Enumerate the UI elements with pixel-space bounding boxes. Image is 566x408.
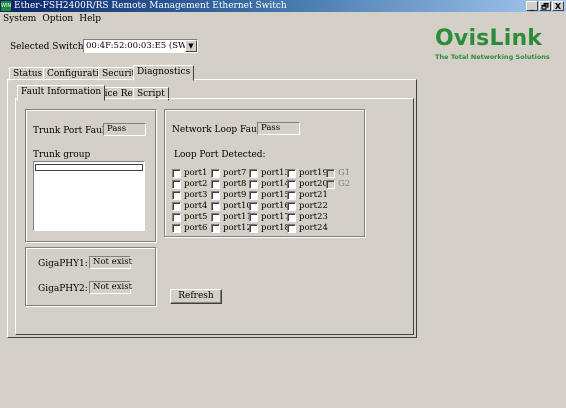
- chevron-down-icon[interactable]: ▼: [185, 40, 197, 52]
- network-loop-fault-label: Network Loop Fault: [172, 125, 264, 135]
- checkbox-port5[interactable]: [172, 213, 181, 222]
- switch-mac-value: 00:4F:52:00:03:E5 (SWITCH: [86, 41, 198, 51]
- restore-button[interactable]: 🗗: [539, 1, 551, 11]
- trunk-group-list[interactable]: [33, 161, 145, 231]
- checkbox-port22[interactable]: [287, 202, 296, 211]
- trunk-port-fault-value: Pass: [103, 123, 146, 136]
- checkbox-label-g2: G2: [338, 179, 351, 189]
- checkbox-label-port23: port23: [299, 212, 328, 222]
- checkbox-port10[interactable]: [211, 202, 220, 211]
- checkbox-port21[interactable]: [287, 191, 296, 200]
- checkbox-label-port4: port4: [184, 201, 208, 211]
- checkbox-label-port10: port10: [223, 201, 252, 211]
- checkbox-label-port13: port13: [261, 168, 290, 178]
- checkbox-port14[interactable]: [249, 180, 258, 189]
- logo-tagline: The Total Networking Solutions: [435, 53, 550, 61]
- checkbox-port23[interactable]: [287, 213, 296, 222]
- checkbox-label-port18: port18: [261, 223, 290, 233]
- tab-diagnostics[interactable]: Diagnostics: [133, 65, 195, 81]
- checkbox-g2: [326, 180, 335, 189]
- checkbox-label-port17: port17: [261, 212, 290, 222]
- checkbox-port2[interactable]: [172, 180, 181, 189]
- checkbox-label-port6: port6: [184, 223, 208, 233]
- checkbox-port8[interactable]: [211, 180, 220, 189]
- menu-option[interactable]: Option: [42, 13, 73, 25]
- loop-port-detected-label: Loop Port Detected:: [174, 150, 266, 160]
- gigaphy2-value: Not exist: [89, 281, 132, 294]
- checkbox-label-port20: port20: [299, 179, 328, 189]
- checkbox-label-g1: G1: [338, 168, 351, 178]
- checkbox-port17[interactable]: [249, 213, 258, 222]
- checkbox-port1[interactable]: [172, 169, 181, 178]
- checkbox-port7[interactable]: [211, 169, 220, 178]
- close-button[interactable]: X: [552, 1, 564, 11]
- checkbox-port11[interactable]: [211, 213, 220, 222]
- gigaphy1-label: GigaPHY1:: [38, 259, 88, 269]
- checkbox-port13[interactable]: [249, 169, 258, 178]
- checkbox-label-port12: port12: [223, 223, 252, 233]
- minimize-button[interactable]: _: [526, 1, 538, 11]
- checkbox-port16[interactable]: [249, 202, 258, 211]
- checkbox-label-port9: port9: [223, 190, 247, 200]
- trunk-group-label: Trunk group: [33, 150, 91, 160]
- checkbox-label-port21: port21: [299, 190, 328, 200]
- checkbox-port19[interactable]: [287, 169, 296, 178]
- checkbox-label-port11: port11: [223, 212, 252, 222]
- trunk-port-fault-label: Trunk Port Fault: [33, 126, 109, 136]
- ovislink-logo: OvisLink The Total Networking Solutions: [435, 26, 550, 61]
- checkbox-label-port1: port1: [184, 168, 208, 178]
- checkbox-port12[interactable]: [211, 224, 220, 233]
- checkbox-port18[interactable]: [249, 224, 258, 233]
- checkbox-port3[interactable]: [172, 191, 181, 200]
- checkbox-port24[interactable]: [287, 224, 296, 233]
- checkbox-port9[interactable]: [211, 191, 220, 200]
- checkbox-label-port3: port3: [184, 190, 208, 200]
- checkbox-port15[interactable]: [249, 191, 258, 200]
- refresh-button[interactable]: Refresh: [170, 289, 222, 304]
- menu-bar: System Option Help: [0, 13, 101, 25]
- window-title: Ether-FSH2400R/RS Remote Management Ethe…: [14, 1, 287, 11]
- checkbox-label-port24: port24: [299, 223, 328, 233]
- app-icon: WIN: [1, 1, 12, 11]
- gigaphy1-value: Not exist: [89, 256, 132, 269]
- checkbox-label-port19: port19: [299, 168, 328, 178]
- gigaphy2-label: GigaPHY2:: [38, 284, 88, 294]
- switch-mac-select[interactable]: 00:4F:52:00:03:E5 (SWITCH ▼: [83, 39, 198, 53]
- checkbox-label-port16: port16: [261, 201, 290, 211]
- checkbox-label-port15: port15: [261, 190, 290, 200]
- title-bar: WIN Ether-FSH2400R/RS Remote Management …: [0, 0, 566, 12]
- menu-system[interactable]: System: [3, 13, 36, 25]
- checkbox-label-port22: port22: [299, 201, 328, 211]
- checkbox-port4[interactable]: [172, 202, 181, 211]
- checkbox-label-port14: port14: [261, 179, 290, 189]
- checkbox-label-port7: port7: [223, 168, 247, 178]
- logo-name: OvisLink: [435, 26, 543, 51]
- checkbox-label-port5: port5: [184, 212, 208, 222]
- checkbox-label-port2: port2: [184, 179, 208, 189]
- network-loop-fault-value: Pass: [257, 122, 300, 135]
- list-item[interactable]: [35, 164, 143, 171]
- checkbox-label-port8: port8: [223, 179, 247, 189]
- checkbox-port6[interactable]: [172, 224, 181, 233]
- menu-help[interactable]: Help: [79, 13, 101, 25]
- checkbox-port20[interactable]: [287, 180, 296, 189]
- tab-fault-information[interactable]: Fault Information: [17, 85, 106, 101]
- checkbox-g1: [326, 169, 335, 178]
